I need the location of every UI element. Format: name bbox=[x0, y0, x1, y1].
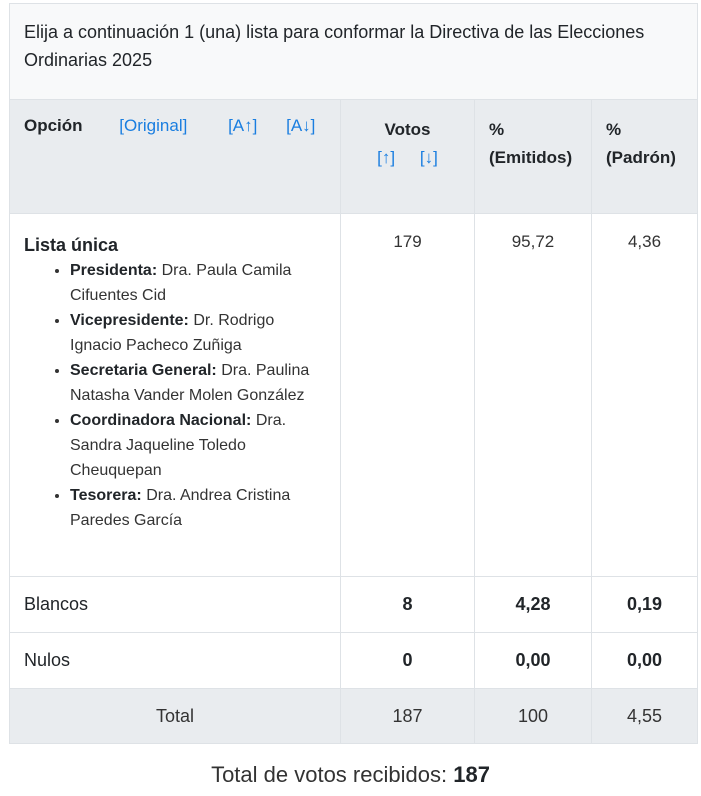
list-item: Coordinadora Nacional: Dra. Sandra Jaque… bbox=[70, 408, 326, 483]
nulos-label: Nulos bbox=[9, 632, 341, 689]
blancos-label: Blancos bbox=[9, 576, 341, 633]
sort-votes-desc-link[interactable]: [↓] bbox=[420, 148, 438, 167]
member-list: Presidenta: Dra. Paula Camila Cifuentes … bbox=[24, 258, 326, 533]
table-row-nulos: Nulos 0 0,00 0,00 bbox=[9, 632, 699, 689]
nulos-pct-roll: 0,00 bbox=[590, 632, 699, 689]
list-item: Vicepresidente: Dr. Rodrigo Ignacio Pach… bbox=[70, 308, 326, 358]
votes-header: Votos [↑] [↓] bbox=[340, 99, 475, 214]
list-item: Secretaria General: Dra. Paulina Natasha… bbox=[70, 358, 326, 408]
list-item: Presidenta: Dra. Paula Camila Cifuentes … bbox=[70, 258, 326, 308]
member-role: Vicepresidente: bbox=[70, 312, 189, 329]
member-role: Tesorera: bbox=[70, 487, 142, 504]
table-row-lista-unica: Lista única Presidenta: Dra. Paula Camil… bbox=[9, 213, 699, 577]
results-table: Elija a continuación 1 (una) lista para … bbox=[8, 3, 699, 744]
votes-label: Votos bbox=[384, 120, 431, 139]
question-title: Elija a continuación 1 (una) lista para … bbox=[8, 3, 699, 100]
option-label: Opción bbox=[24, 116, 83, 135]
total-pct-emitted: 100 bbox=[474, 688, 592, 744]
table-header: Opción [Original] [A↑] [A↓] Votos [↑] [↓… bbox=[9, 99, 699, 214]
pct-roll-header: % (Padrón) bbox=[590, 99, 699, 214]
member-role: Coordinadora Nacional: bbox=[70, 412, 252, 429]
lista-option-cell: Lista única Presidenta: Dra. Paula Camil… bbox=[9, 213, 341, 577]
pct-emitted-label: (Emitidos) bbox=[489, 148, 573, 167]
pct-symbol: % bbox=[489, 120, 505, 139]
member-role: Presidenta: bbox=[70, 262, 158, 279]
pct-symbol: % bbox=[606, 120, 622, 139]
sort-alpha-desc-link[interactable]: [A↓] bbox=[286, 116, 315, 135]
sort-original-link[interactable]: [Original] bbox=[119, 116, 187, 135]
sort-votes-asc-link[interactable]: [↑] bbox=[377, 148, 395, 167]
total-votes: 187 bbox=[340, 688, 475, 744]
total-label: Total bbox=[9, 688, 341, 744]
option-header: Opción [Original] [A↑] [A↓] bbox=[9, 99, 341, 214]
blancos-pct-emitted: 4,28 bbox=[474, 576, 592, 633]
list-item: Tesorera: Dra. Andrea Cristina Paredes G… bbox=[70, 483, 326, 533]
lista-votes: 179 bbox=[340, 213, 475, 577]
table-row-total: Total 187 100 4,55 bbox=[9, 688, 699, 744]
total-pct-roll: 4,55 bbox=[590, 688, 699, 744]
sort-alpha-asc-link[interactable]: [A↑] bbox=[228, 116, 257, 135]
blancos-votes: 8 bbox=[340, 576, 475, 633]
pct-emitted-header: % (Emitidos) bbox=[474, 99, 592, 214]
blancos-pct-roll: 0,19 bbox=[590, 576, 699, 633]
lista-name: Lista única bbox=[24, 235, 119, 255]
total-votes-summary: Total de votos recibidos: 187 bbox=[0, 762, 701, 788]
nulos-pct-emitted: 0,00 bbox=[474, 632, 592, 689]
lista-pct-roll: 4,36 bbox=[590, 213, 699, 577]
lista-pct-emitted: 95,72 bbox=[474, 213, 592, 577]
member-role: Secretaria General: bbox=[70, 362, 217, 379]
nulos-votes: 0 bbox=[340, 632, 475, 689]
summary-value: 187 bbox=[453, 762, 490, 787]
pct-roll-label: (Padrón) bbox=[606, 148, 676, 167]
table-row-blancos: Blancos 8 4,28 0,19 bbox=[9, 576, 699, 633]
summary-label: Total de votos recibidos: bbox=[211, 762, 448, 787]
